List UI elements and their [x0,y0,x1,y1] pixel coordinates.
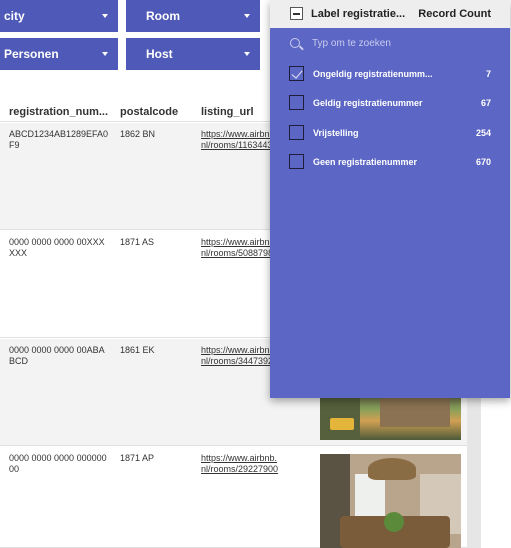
dropdown-search [270,28,510,58]
option-count: 254 [475,128,491,138]
registration-number-cell: ABCD1234AB1289EFA0F9 [9,129,109,150]
registration-number-cell: 0000 0000 0000 00XXXXXX [9,237,105,258]
room-filter-button[interactable]: Room [126,0,260,32]
column-header-listing-url[interactable]: listing_url [201,106,254,118]
search-input[interactable] [312,35,492,51]
host-filter-label: Host [146,47,173,61]
personen-filter-button[interactable]: Personen [0,38,118,70]
chevron-down-icon [244,14,250,18]
option-checkbox[interactable] [289,95,304,110]
listing-photo [320,392,461,440]
option-checkbox[interactable] [289,125,304,140]
dropdown-header-label[interactable]: Label registratie... [311,8,405,20]
option-geldig-registratienummer[interactable]: Geldig registratienummer 67 [270,91,510,115]
dropdown-header-count[interactable]: Record Count [418,8,491,20]
option-checkbox[interactable] [289,66,304,81]
option-checkbox[interactable] [289,154,304,169]
listing-photo [320,454,461,548]
option-count: 67 [480,98,491,108]
column-header-postalcode[interactable]: postalcode [120,106,178,118]
option-label: Geldig registratienummer [313,98,423,108]
room-filter-label: Room [146,9,180,23]
host-filter-button[interactable]: Host [126,38,260,70]
postalcode-cell: 1871 AS [120,237,155,247]
option-vrijstelling[interactable]: Vrijstelling 254 [270,121,510,145]
option-count: 7 [485,69,491,79]
option-count: 670 [475,157,491,167]
listing-url-link[interactable]: https://www.airbnb.nl/rooms/34473920 [201,345,279,367]
chevron-down-icon [244,52,250,56]
option-label: Ongeldig registratienumm... [313,69,433,79]
city-filter-label: city [4,9,25,23]
filter-dropdown-panel: Label registratie... Record Count Ongeld… [270,0,510,398]
listing-url-link[interactable]: https://www.airbnb.nl/rooms/50887988 [201,237,279,259]
registration-number-cell: 0000 0000 0000 00000000 [9,453,107,474]
listing-url-link[interactable]: https://www.airbnb.nl/rooms/11634435 [201,129,279,151]
chevron-down-icon [102,52,108,56]
chevron-down-icon [102,14,108,18]
option-label: Vrijstelling [313,128,359,138]
listing-url-link[interactable]: https://www.airbnb.nl/rooms/29227900 [201,453,279,475]
search-icon [290,38,300,48]
registration-number-cell: 0000 0000 0000 00ABABCD [9,345,105,366]
postalcode-cell: 1871 AP [120,453,155,463]
postalcode-cell: 1862 BN [120,129,156,139]
column-header-registration-number[interactable]: registration_num... [9,106,108,118]
option-label: Geen registratienummer [313,157,418,167]
select-all-checkbox[interactable] [290,7,303,20]
personen-filter-label: Personen [4,47,59,61]
option-ongeldig-registratienummer[interactable]: Ongeldig registratienumm... 7 [270,62,510,86]
postalcode-cell: 1861 EK [120,345,155,355]
option-geen-registratienummer[interactable]: Geen registratienummer 670 [270,150,510,174]
city-filter-button[interactable]: city [0,0,118,32]
dropdown-header: Label registratie... Record Count [270,0,510,28]
